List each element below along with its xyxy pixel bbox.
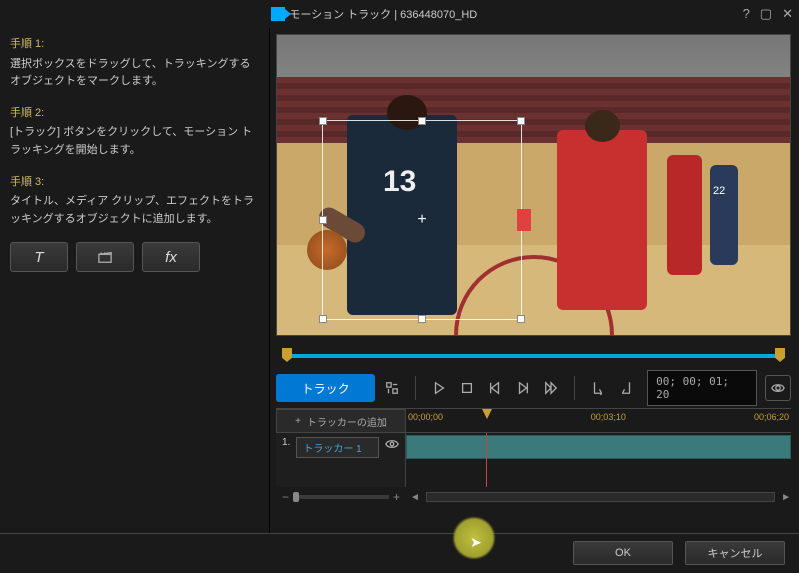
step1-desc: 選択ボックスをドラッグして、トラッキングするオブジェクトをマークします。: [10, 56, 259, 91]
step1-title: 手順 1:: [10, 36, 259, 54]
play-button[interactable]: [426, 375, 452, 401]
tracker-name-field[interactable]: トラッカー 1: [296, 437, 379, 458]
maximize-button[interactable]: ▢: [760, 6, 772, 22]
add-tracker-button[interactable]: + トラッカーの追加: [276, 409, 406, 433]
step3-title: 手順 3:: [10, 174, 259, 192]
in-point-handle[interactable]: [282, 348, 292, 362]
resize-handle-tr[interactable]: [517, 117, 525, 125]
plus-icon: +: [295, 416, 301, 427]
stop-button[interactable]: [454, 375, 480, 401]
out-point-handle[interactable]: [775, 348, 785, 362]
step3-desc: タイトル、メディア クリップ、エフェクトをトラッキングするオブジェクトに追加しま…: [10, 193, 259, 228]
preview-viewport[interactable]: 13 +: [276, 34, 791, 336]
help-button[interactable]: ?: [743, 6, 750, 22]
timecode-display[interactable]: 00; 00; 01; 20: [647, 370, 757, 406]
crosshair-icon: +: [417, 211, 426, 229]
playhead-line: [486, 433, 487, 487]
ok-button[interactable]: OK: [573, 541, 673, 565]
preview-quality-button[interactable]: [765, 375, 791, 401]
player-defender-1: [557, 130, 647, 310]
step2-desc: [トラック] ボタンをクリックして、モーション トラッキングを開始します。: [10, 124, 259, 159]
media-tool-button[interactable]: [76, 242, 134, 272]
clapperboard-icon: [98, 250, 112, 264]
resize-handle-bl[interactable]: [319, 315, 327, 323]
track-button[interactable]: トラック: [276, 374, 375, 402]
track-marker[interactable]: [517, 209, 531, 231]
timeline-panel: + トラッカーの追加 00;00;00 00;03;10 00;06;20 1.…: [276, 408, 791, 507]
tracker-clip[interactable]: [406, 435, 791, 459]
window-title: モーション トラック | 636448070_HD: [289, 6, 477, 22]
title-tool-button[interactable]: T: [10, 242, 68, 272]
instructions-panel: 手順 1: 選択ボックスをドラッグして、トラッキングするオブジェクトをマークしま…: [0, 28, 270, 533]
scroll-right-button[interactable]: ►: [781, 492, 791, 503]
scroll-left-button[interactable]: ◄: [410, 492, 420, 503]
close-button[interactable]: ✕: [782, 6, 793, 22]
mark-out-button[interactable]: [613, 375, 639, 401]
timeline-ruler[interactable]: 00;00;00 00;03;10 00;06;20: [406, 409, 791, 433]
resize-handle-bm[interactable]: [418, 315, 426, 323]
track-lane[interactable]: [406, 433, 791, 487]
step2-title: 手順 2:: [10, 105, 259, 123]
next-frame-button[interactable]: [510, 375, 536, 401]
dialog-footer: OK キャンセル: [0, 533, 799, 571]
player-bg-1: [667, 155, 702, 275]
horizontal-scrollbar[interactable]: [426, 492, 775, 502]
resize-handle-br[interactable]: [517, 315, 525, 323]
track-index: 1.: [282, 437, 290, 448]
resize-handle-tl[interactable]: [319, 117, 327, 125]
tracking-selection-box[interactable]: +: [322, 120, 522, 320]
resize-handle-ml[interactable]: [319, 216, 327, 224]
playback-controls: トラック 00; 00; 01; 20: [276, 368, 791, 408]
fast-forward-button[interactable]: [538, 375, 564, 401]
reset-tracking-icon[interactable]: [379, 375, 405, 401]
visibility-toggle[interactable]: [385, 437, 399, 454]
resize-handle-tm[interactable]: [418, 117, 426, 125]
prev-frame-button[interactable]: [482, 375, 508, 401]
playhead-handle[interactable]: [482, 409, 492, 419]
zoom-slider[interactable]: [293, 495, 389, 499]
mark-in-button[interactable]: [585, 375, 611, 401]
cancel-button[interactable]: キャンセル: [685, 541, 785, 565]
zoom-in-button[interactable]: +: [393, 490, 400, 504]
player-bg-2: [710, 165, 738, 265]
app-icon: [271, 7, 285, 21]
zoom-out-button[interactable]: −: [282, 490, 289, 504]
fx-tool-button[interactable]: fx: [142, 242, 200, 272]
timeline-track: 1. トラッカー 1: [276, 433, 791, 487]
seek-bar[interactable]: [276, 344, 791, 368]
titlebar: モーション トラック | 636448070_HD ? ▢ ✕: [0, 0, 799, 28]
